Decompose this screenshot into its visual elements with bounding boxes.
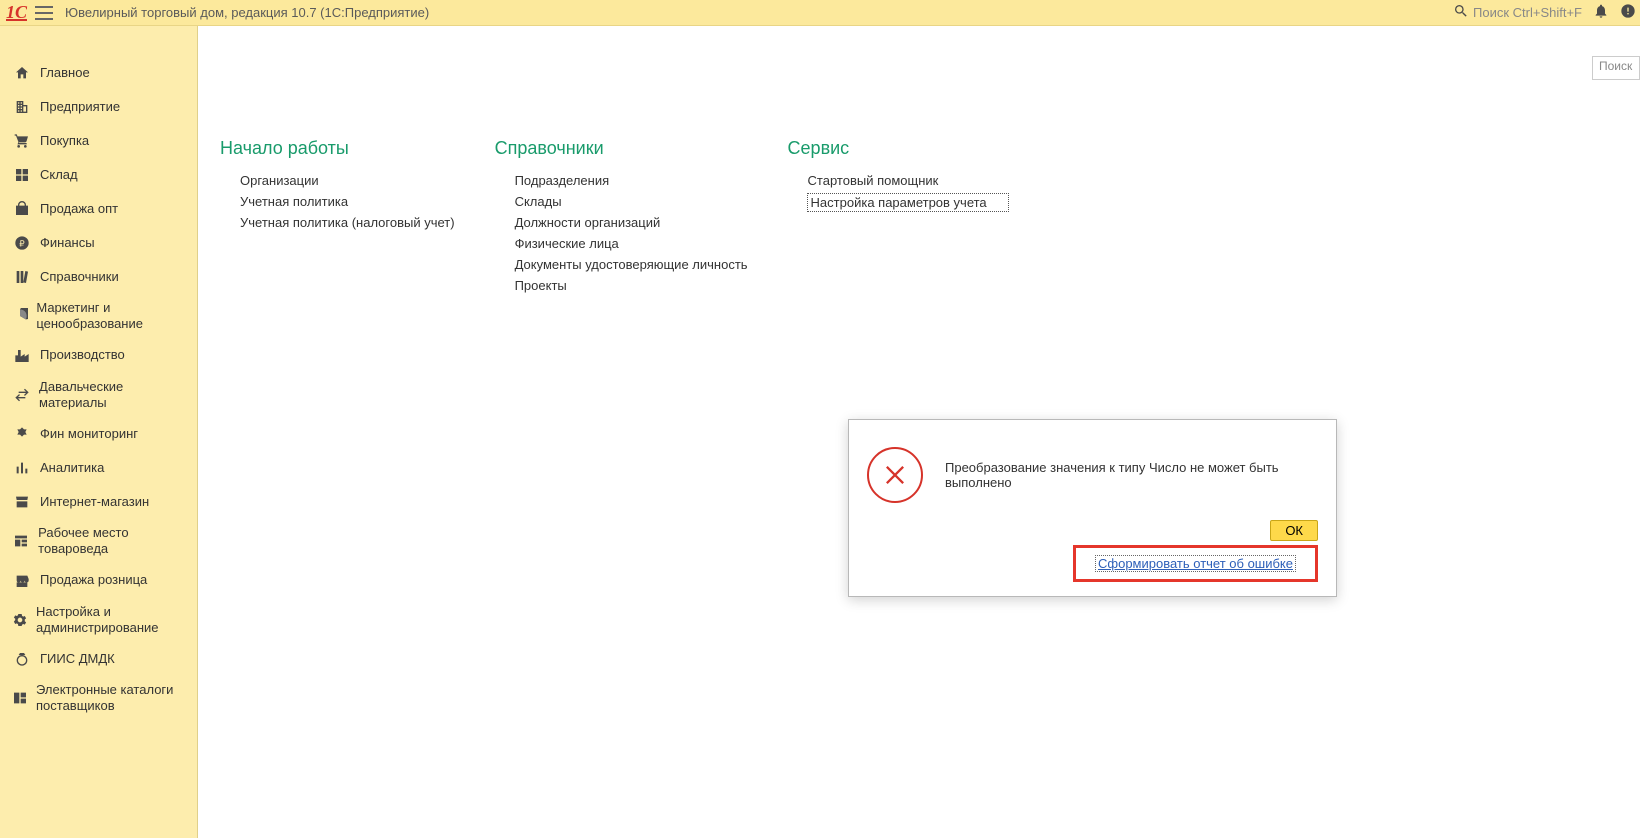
sidebar-item-retail[interactable]: Продажа розница [0,564,197,598]
sidebar-item-workplace[interactable]: Рабочее место товароведа [0,519,197,564]
sidebar-item-analytics[interactable]: Аналитика [0,451,197,485]
sidebar-item-home[interactable]: Главное [0,56,197,90]
boxes-icon [12,167,32,183]
sidebar-item-purchase[interactable]: Покупка [0,124,197,158]
sidebar-item-label: Главное [40,65,90,81]
sidebar-item-giis[interactable]: ГИИС ДМДК [0,642,197,676]
column-title: Сервис [788,138,1008,159]
store-icon [12,494,32,510]
gear-icon [12,612,28,628]
column-title: Справочники [495,138,748,159]
menu-link[interactable]: Организации [240,173,455,188]
error-dialog: Преобразование значения к типу Число не … [848,419,1337,597]
sidebar-item-finance[interactable]: ₽ Финансы [0,226,197,260]
global-search[interactable]: Поиск Ctrl+Shift+F [1453,3,1582,22]
sidebar-item-enterprise[interactable]: Предприятие [0,90,197,124]
svg-text:₽: ₽ [19,238,25,248]
sidebar-item-label: Аналитика [40,460,104,476]
bell-icon[interactable] [1592,3,1610,22]
sidebar-item-label: Склад [40,167,78,183]
ok-button[interactable]: ОК [1270,520,1318,541]
sidebar-item-label: Давальческие материалы [39,379,187,412]
window-title: Ювелирный торговый дом, редакция 10.7 (1… [65,5,429,20]
column-service: Сервис Стартовый помощник Настройка параме… [788,138,1008,299]
search-icon [1453,3,1469,22]
header-more-icon[interactable] [1620,3,1634,22]
sidebar-item-sales-wholesale[interactable]: Продажа опт [0,192,197,226]
sidebar-item-label: Настройка и администрирование [36,604,187,637]
cart-icon [12,133,32,149]
report-highlight-box: Сформировать отчет об ошибке [1073,545,1318,582]
menu-hamburger-icon[interactable] [35,6,53,20]
menu-link[interactable]: Физические лица [515,236,748,251]
sidebar-item-label: Производство [40,347,125,363]
sidebar-item-label: Продажа розница [40,572,147,588]
column-start: Начало работы Организации Учетная политика… [220,138,455,299]
menu-link[interactable]: Склады [515,194,748,209]
sidebar-item-label: Фин мониторинг [40,426,138,442]
sidebar-item-references[interactable]: Справочники [0,260,197,294]
home-icon [12,65,32,81]
sidebar-item-label: Интернет-магазин [40,494,149,510]
bag-icon [12,201,32,217]
catalog-icon [12,690,28,706]
sidebar-item-settings[interactable]: Настройка и администрирование [0,598,197,643]
section-columns: Начало работы Организации Учетная политика… [220,138,1618,299]
sidebar-item-label: Электронные каталоги поставщиков [36,682,187,715]
sidebar-item-warehouse[interactable]: Склад [0,158,197,192]
app-logo: 1С [6,0,27,25]
menu-link[interactable]: Стартовый помощник [808,173,1008,188]
sidebar-item-tolling[interactable]: Давальческие материалы [0,373,197,418]
sidebar-item-label: Покупка [40,133,89,149]
menu-link[interactable]: Документы удостоверяющие личность [515,257,748,272]
main-area: Поиск Начало работы Организации Учетная по… [198,26,1640,838]
books-icon [12,269,32,285]
column-references: Справочники Подразделения Склады Должности … [495,138,748,299]
menu-link[interactable]: Должности организаций [515,215,748,230]
sidebar-item-label: Финансы [40,235,95,251]
local-search-input[interactable]: Поиск [1592,56,1640,80]
sidebar-item-label: Рабочее место товароведа [38,525,187,558]
error-report-link[interactable]: Сформировать отчет об ошибке [1096,556,1295,571]
column-title: Начало работы [220,138,455,159]
chart-icon [12,460,32,476]
sidebar-item-label: Продажа опт [40,201,118,217]
error-icon [867,447,923,503]
menu-link[interactable]: Учетная политика [240,194,455,209]
menu-link[interactable]: Проекты [515,278,748,293]
sidebar-item-catalogs[interactable]: Электронные каталоги поставщиков [0,676,197,721]
sidebar-item-label: Справочники [40,269,119,285]
exchange-icon [12,387,31,403]
sidebar-item-marketing[interactable]: Маркетинг и ценообразование [0,294,197,339]
sidebar-item-production[interactable]: Производство [0,339,197,373]
workplace-icon [12,533,30,549]
menu-link[interactable]: Настройка параметров учета [808,194,1008,211]
sidebar: Главное Предприятие Покупка Склад Продажа оп… [0,26,198,838]
sidebar-item-label: Предприятие [40,99,120,115]
sidebar-item-label: ГИИС ДМДК [40,651,115,667]
sidebar-item-eshop[interactable]: Интернет-магазин [0,485,197,519]
menu-link[interactable]: Подразделения [515,173,748,188]
global-search-placeholder: Поиск Ctrl+Shift+F [1473,5,1582,20]
pie-icon [12,308,28,324]
sidebar-item-fin-monitoring[interactable]: Фин мониторинг [0,417,197,451]
ruble-icon: ₽ [12,235,32,251]
emblem-icon [12,426,32,442]
sidebar-item-label: Маркетинг и ценообразование [36,300,187,333]
factory-icon [12,348,32,364]
shop-icon [12,573,32,589]
menu-link[interactable]: Учетная политика (налоговый учет) [240,215,455,230]
building-icon [12,99,32,115]
error-message: Преобразование значения к типу Число не … [945,460,1318,490]
title-bar: 1С Ювелирный торговый дом, редакция 10.7… [0,0,1640,26]
ring-icon [12,651,32,667]
